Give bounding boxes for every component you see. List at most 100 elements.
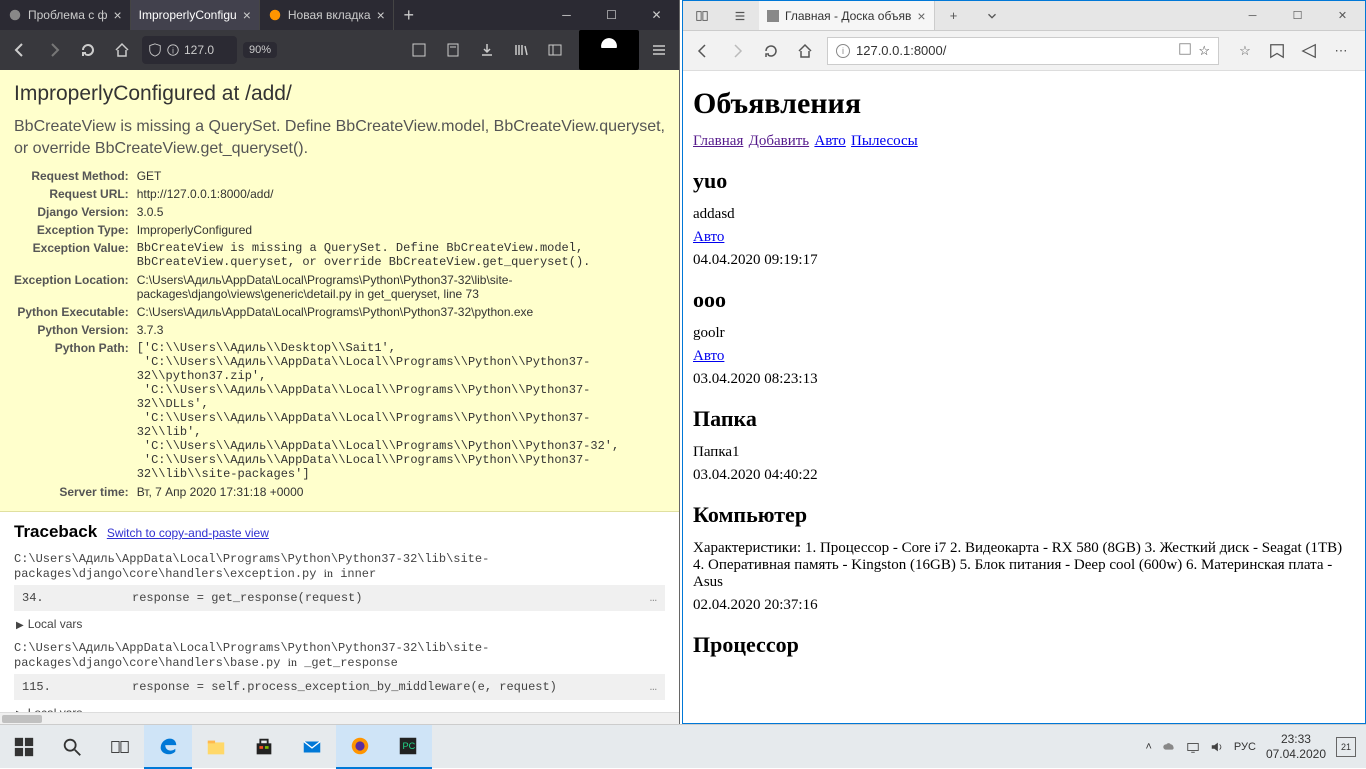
taskbar-app-mail[interactable] bbox=[288, 725, 336, 769]
url-bar[interactable]: i 127.0.0.1:8000/ ☆ bbox=[827, 37, 1219, 65]
nav-link[interactable]: Главная bbox=[693, 133, 743, 149]
local-vars-toggle[interactable]: ▶Local vars bbox=[14, 700, 665, 712]
favorite-star-icon[interactable]: ☆ bbox=[1198, 43, 1210, 59]
nav-link[interactable]: Авто bbox=[814, 133, 845, 149]
sidebar-icon[interactable] bbox=[541, 36, 569, 64]
forward-button[interactable] bbox=[40, 36, 68, 64]
edge-window: Главная - Доска объяв × + ─ ☐ ✕ i 127.0.… bbox=[682, 0, 1366, 724]
back-button[interactable] bbox=[6, 36, 34, 64]
post-category-link[interactable]: Авто bbox=[693, 348, 724, 364]
nav-link[interactable]: Пылесосы bbox=[851, 133, 918, 149]
reader-icon[interactable] bbox=[439, 36, 467, 64]
profile-avatar[interactable] bbox=[579, 30, 639, 70]
tracking-icon[interactable] bbox=[405, 36, 433, 64]
page-favicon-icon bbox=[767, 10, 779, 22]
close-window-button[interactable]: ✕ bbox=[1320, 1, 1365, 30]
close-icon[interactable]: × bbox=[243, 7, 251, 23]
edge-titlebar: Главная - Доска объяв × + ─ ☐ ✕ bbox=[683, 1, 1365, 31]
download-icon[interactable] bbox=[473, 36, 501, 64]
library-icon[interactable] bbox=[507, 36, 535, 64]
horizontal-scrollbar[interactable] bbox=[0, 712, 679, 724]
show-tabs-button[interactable] bbox=[721, 1, 759, 30]
nav-link[interactable]: Добавить bbox=[749, 133, 810, 149]
page-content: ImproperlyConfigured at /add/ BbCreateVi… bbox=[0, 70, 679, 712]
tabs-aside-button[interactable] bbox=[683, 1, 721, 30]
back-button[interactable] bbox=[691, 39, 715, 63]
reload-button[interactable] bbox=[74, 36, 102, 64]
switch-view-link[interactable]: Switch to copy-and-paste view bbox=[107, 526, 269, 540]
onedrive-icon[interactable] bbox=[1162, 740, 1176, 754]
task-view-button[interactable] bbox=[96, 725, 144, 769]
traceback-code-line[interactable]: 34. response = get_response(request) … bbox=[14, 585, 665, 611]
reload-button[interactable] bbox=[759, 39, 783, 63]
taskbar-app-firefox[interactable] bbox=[336, 725, 384, 769]
minimize-button[interactable]: ─ bbox=[544, 0, 589, 30]
url-bar[interactable]: i 127.0 bbox=[142, 36, 237, 64]
meta-key: Exception Value: bbox=[14, 239, 137, 271]
close-window-button[interactable]: ✕ bbox=[634, 0, 679, 30]
settings-menu-icon[interactable]: ⋯ bbox=[1331, 41, 1351, 61]
share-icon[interactable] bbox=[1299, 41, 1319, 61]
favorites-icon[interactable]: ☆ bbox=[1235, 41, 1255, 61]
browser-tab[interactable]: Проблема с ф × bbox=[0, 0, 131, 30]
network-icon[interactable] bbox=[1186, 740, 1200, 754]
maximize-button[interactable]: ☐ bbox=[1275, 1, 1320, 30]
forward-button[interactable] bbox=[725, 39, 749, 63]
search-button[interactable] bbox=[48, 725, 96, 769]
zoom-indicator[interactable]: 90% bbox=[243, 42, 277, 58]
info-icon: i bbox=[166, 43, 180, 57]
minimize-button[interactable]: ─ bbox=[1230, 1, 1275, 30]
firefox-window: Проблема с ф × ImproperlyConfigu × Новая… bbox=[0, 0, 680, 724]
menu-button[interactable] bbox=[645, 36, 673, 64]
new-tab-button[interactable]: + bbox=[935, 1, 973, 30]
scrollbar-thumb[interactable] bbox=[2, 715, 42, 723]
close-icon[interactable]: × bbox=[377, 7, 385, 23]
toolbar-actions: ☆ ⋯ bbox=[1229, 41, 1357, 61]
reader-mode-icon[interactable] bbox=[1178, 42, 1192, 59]
taskbar-app-store[interactable] bbox=[240, 725, 288, 769]
close-icon[interactable]: × bbox=[917, 8, 925, 24]
language-indicator[interactable]: РУС bbox=[1234, 741, 1256, 753]
local-vars-toggle[interactable]: ▶Local vars bbox=[14, 611, 665, 631]
ellipsis-icon: … bbox=[650, 591, 657, 605]
meta-key: Django Version: bbox=[14, 203, 137, 221]
post-category-link[interactable]: Авто bbox=[693, 229, 724, 245]
error-message: BbCreateView is missing a QuerySet. Defi… bbox=[14, 116, 665, 159]
new-tab-button[interactable]: + bbox=[394, 0, 424, 30]
action-center-icon[interactable]: 21 bbox=[1336, 737, 1356, 757]
chevron-down-icon[interactable] bbox=[973, 1, 1011, 30]
system-tray: ˄ РУС 23:33 07.04.2020 21 bbox=[1135, 732, 1366, 761]
post-date: 03.04.2020 08:23:13 bbox=[693, 371, 1355, 388]
tab-label: Новая вкладка bbox=[288, 8, 371, 22]
taskbar-app-explorer[interactable] bbox=[192, 725, 240, 769]
meta-key: Python Executable: bbox=[14, 303, 137, 321]
meta-value: ImproperlyConfigured bbox=[137, 221, 627, 239]
start-button[interactable] bbox=[0, 725, 48, 769]
browser-tab-active[interactable]: Главная - Доска объяв × bbox=[759, 1, 935, 30]
firefox-favicon-icon bbox=[268, 8, 282, 22]
traceback-file: C:\Users\Адиль\AppData\Local\Programs\Py… bbox=[14, 641, 665, 670]
post-title: ooo bbox=[693, 287, 1355, 313]
source-line: response = get_response(request) bbox=[132, 591, 650, 605]
post-date: 02.04.2020 20:37:16 bbox=[693, 597, 1355, 614]
home-button[interactable] bbox=[793, 39, 817, 63]
maximize-button[interactable]: ☐ bbox=[589, 0, 634, 30]
clock[interactable]: 23:33 07.04.2020 bbox=[1266, 732, 1326, 761]
shield-icon bbox=[148, 43, 162, 57]
browser-tab[interactable]: Новая вкладка × bbox=[260, 0, 394, 30]
meta-value: 3.7.3 bbox=[137, 321, 627, 339]
tray-chevron-up-icon[interactable]: ˄ bbox=[1145, 741, 1151, 753]
meta-key: Request Method: bbox=[14, 167, 137, 185]
home-button[interactable] bbox=[108, 36, 136, 64]
reading-list-icon[interactable] bbox=[1267, 41, 1287, 61]
meta-key: Exception Type: bbox=[14, 221, 137, 239]
taskbar-app-pycharm[interactable]: PC bbox=[384, 725, 432, 769]
url-text: 127.0 bbox=[184, 43, 214, 57]
volume-icon[interactable] bbox=[1210, 740, 1224, 754]
post-date: 03.04.2020 04:40:22 bbox=[693, 467, 1355, 484]
browser-tab-active[interactable]: ImproperlyConfigu × bbox=[131, 0, 260, 30]
meta-value: http://127.0.0.1:8000/add/ bbox=[137, 185, 627, 203]
close-icon[interactable]: × bbox=[113, 7, 121, 23]
taskbar-app-edge[interactable] bbox=[144, 725, 192, 769]
traceback-code-line[interactable]: 115. response = self.process_exception_b… bbox=[14, 674, 665, 700]
